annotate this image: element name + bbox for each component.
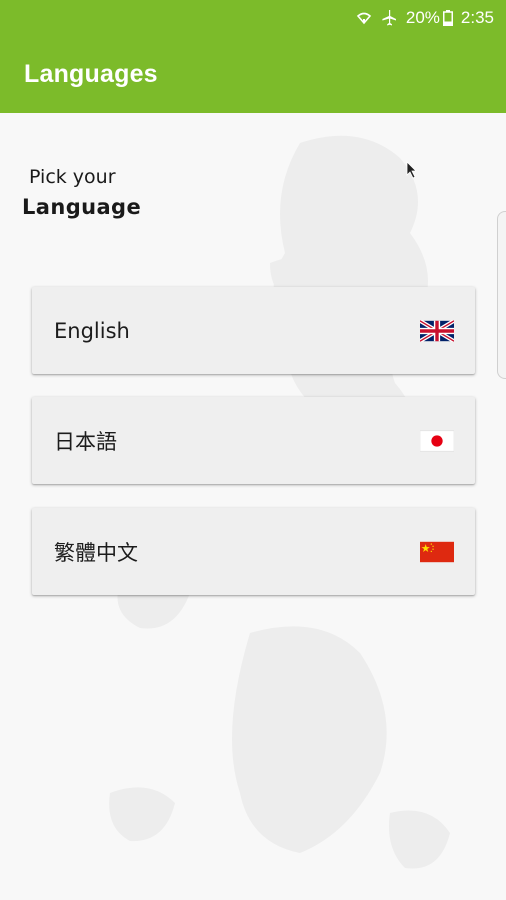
main-content: Pick your Language English 日本語 繁體中文 [0, 113, 506, 900]
language-label: English [54, 318, 130, 343]
world-map-background [109, 135, 450, 869]
clock: 2:35 [460, 8, 494, 27]
china-flag-icon [420, 541, 454, 562]
language-option-traditional-chinese[interactable]: 繁體中文 [32, 508, 475, 595]
japan-flag-icon [420, 430, 454, 451]
language-label: 繁體中文 [54, 540, 138, 565]
app-bar: Languages [0, 36, 506, 113]
wifi-icon [356, 10, 372, 26]
header-line-2: Language [22, 195, 142, 219]
header-line-1: Pick your [29, 166, 116, 188]
battery-icon [442, 10, 453, 26]
cursor-icon [405, 160, 417, 184]
status-bar: 20% 2:35 [0, 0, 506, 36]
airplane-mode-icon [380, 9, 398, 27]
side-drawer-handle[interactable] [497, 211, 506, 379]
language-option-japanese[interactable]: 日本語 [32, 397, 475, 484]
language-label: 日本語 [54, 429, 117, 454]
battery-percent: 20% [405, 8, 440, 27]
page-title: Languages [24, 60, 158, 88]
language-option-english[interactable]: English [32, 287, 475, 374]
uk-flag-icon [420, 319, 454, 342]
